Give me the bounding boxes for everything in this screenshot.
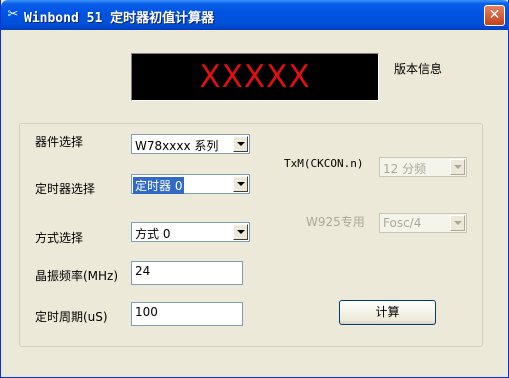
chevron-down-icon[interactable] xyxy=(233,176,248,192)
calculate-button[interactable]: 计算 xyxy=(339,300,436,325)
period-label: 定时周期(uS) xyxy=(35,310,108,324)
timer-select-label: 定时器选择 xyxy=(35,182,96,196)
txm-label: TxM(CKCON.n) xyxy=(284,157,364,170)
timer-select-value: 定时器 0 xyxy=(133,177,185,194)
device-select-label: 器件选择 xyxy=(35,135,84,149)
mode-select[interactable]: 方式 0 xyxy=(131,222,250,242)
chevron-down-icon[interactable] xyxy=(450,215,465,231)
chevron-down-icon[interactable] xyxy=(233,224,248,240)
w925-label: W925专用 xyxy=(306,215,365,229)
timer-select[interactable]: 定时器 0 xyxy=(131,174,250,194)
version-info-label[interactable]: 版本信息 xyxy=(394,60,442,77)
chevron-down-icon[interactable] xyxy=(450,159,465,175)
window-title: Winbond 51 定时器初值计算器 xyxy=(24,11,215,26)
device-select[interactable]: W78xxxx 系列 xyxy=(131,134,250,154)
device-select-value: W78xxxx 系列 xyxy=(135,139,219,153)
txm-select[interactable]: 12 分频 xyxy=(379,157,467,177)
w925-select[interactable]: Fosc/4 xyxy=(379,213,467,233)
frequency-label: 晶振频率(MHz) xyxy=(35,269,119,283)
chevron-down-icon[interactable] xyxy=(233,136,248,152)
txm-select-value: 12 分频 xyxy=(383,162,427,176)
mode-select-label: 方式选择 xyxy=(35,231,84,245)
tools-icon: ✂ xyxy=(7,7,19,22)
frequency-input[interactable]: 24 xyxy=(131,261,243,285)
title-bar[interactable]: ✂ Winbond 51 定时器初值计算器 ✕ xyxy=(1,0,509,30)
period-input[interactable]: 100 xyxy=(131,302,243,326)
mode-select-value: 方式 0 xyxy=(135,227,171,241)
close-button[interactable]: ✕ xyxy=(484,5,505,26)
result-display: XXXXX xyxy=(131,53,379,101)
w925-select-value: Fosc/4 xyxy=(383,216,422,230)
